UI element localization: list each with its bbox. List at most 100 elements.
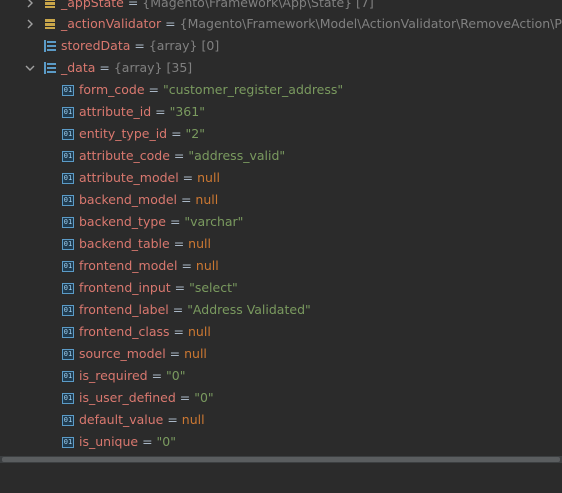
field-icon: 01 [62,151,74,162]
equals: = [167,126,186,141]
field-icon: 01 [62,327,74,338]
field-name: frontend_model [79,258,178,273]
equals: = [161,16,180,31]
field-icon: 01 [62,283,74,294]
tree-row-field[interactable]: 01 frontend_model = null [0,255,562,277]
equals: = [169,236,189,251]
field-value: "address_valid" [188,148,286,163]
field-icon-text: 01 [63,306,73,314]
field-name: frontend_input [79,280,171,295]
field-icon: 01 [62,129,74,140]
tree-row-field[interactable]: 01 entity_type_id = "2" [0,123,562,145]
tree-row-field[interactable]: 01 backend_table = null [0,233,562,255]
field-value: null [181,412,205,427]
equals: = [144,82,163,97]
field-icon: 01 [62,239,74,250]
tree-row-field[interactable]: 01 is_unique = "0" [0,431,562,453]
tree-row-field[interactable]: 01 source_model = null [0,343,562,365]
field-value: null [188,324,211,339]
field-icon-text: 01 [63,152,73,160]
field-value: null [188,236,211,251]
equals: = [170,280,190,295]
expand-arrow-icon[interactable] [24,0,36,9]
equals: = [130,38,149,53]
field-icon: 01 [62,305,74,316]
field-value: null [195,258,219,273]
equals: = [165,346,185,361]
field-name: is_unique [79,434,139,449]
field-name: default_value [79,412,164,427]
variables-tree: _appState = {Magento\Framework\App\State… [0,0,562,456]
tree-row-field[interactable]: 01 default_value = null [0,409,562,431]
tree-row-storeddata[interactable]: storedData = {array} [0] [0,35,562,57]
field-name: backend_model [79,192,177,207]
var-type: {array} [35] [113,60,193,75]
equals: = [176,192,196,207]
tree-row-field[interactable]: 01 backend_model = null [0,189,562,211]
field-icon: 01 [62,349,74,360]
field-value: "361" [169,104,205,119]
field-name: frontend_label [79,302,169,317]
field-icon: 01 [62,195,74,206]
field-icon: 01 [62,217,74,228]
equals: = [163,412,182,427]
equals: = [168,302,188,317]
field-icon-text: 01 [63,218,73,226]
equals: = [169,324,188,339]
field-value: "varchar" [184,214,244,229]
field-name: attribute_model [79,170,179,185]
field-value: "2" [185,126,205,141]
field-icon-text: 01 [63,240,73,248]
field-value: null [195,192,219,207]
field-value: "select" [189,280,238,295]
field-icon-text: 01 [63,196,73,204]
field-icon-text: 01 [63,284,73,292]
object-icon [44,0,56,9]
array-icon [44,40,56,52]
equals: = [95,60,114,75]
horizontal-scrollbar[interactable] [0,456,562,463]
tree-row-actionvalidator[interactable]: _actionValidator = {Magento\Framework\Mo… [0,13,562,35]
field-icon: 01 [62,173,74,184]
field-value: null [184,346,207,361]
tree-row-field[interactable]: 01 attribute_model = null [0,167,562,189]
tree-row-appstate[interactable]: _appState = {Magento\Framework\App\State… [0,0,562,14]
field-value: "customer_register_address" [162,82,344,97]
field-icon: 01 [62,393,74,404]
var-type: {array} [0] [148,38,220,53]
tree-row-data[interactable]: _data = {array} [35] [0,57,562,79]
expand-arrow-icon[interactable] [24,18,36,30]
field-value: "0" [156,434,176,449]
field-icon: 01 [62,415,74,426]
var-type: {Magento\Framework\Model\ActionValidator… [179,16,562,31]
scrollbar-thumb[interactable] [2,457,560,462]
field-icon-text: 01 [63,372,73,380]
field-icon-text: 01 [63,394,73,402]
tree-row-field[interactable]: 01 attribute_id = "361" [0,101,562,123]
field-name: is_user_defined [79,390,176,405]
field-value: "0" [194,390,214,405]
var-name: _appState [61,0,124,10]
field-name: backend_type [79,214,166,229]
tree-row-field[interactable]: 01 is_user_defined = "0" [0,387,562,409]
tree-row-field[interactable]: 01 backend_type = "varchar" [0,211,562,233]
field-value: "Address Validated" [187,302,311,317]
field-name: entity_type_id [79,126,168,141]
object-icon [44,18,56,30]
tree-row-field[interactable]: 01 is_required = "0" [0,365,562,387]
field-icon-text: 01 [63,262,73,270]
collapse-arrow-icon[interactable] [24,62,36,74]
field-name: frontend_class [79,324,170,339]
tree-row-field[interactable]: 01 frontend_class = null [0,321,562,343]
var-type: {Magento\Framework\App\State} [7] [142,0,374,10]
equals: = [123,0,143,10]
tree-row-field[interactable]: 01 frontend_input = "select" [0,277,562,299]
field-icon-text: 01 [63,438,73,446]
equals: = [138,434,157,449]
tree-row-field[interactable]: 01 form_code = "customer_register_address… [0,79,562,101]
tree-row-field[interactable]: 01 frontend_label = "Address Validated" [0,299,562,321]
tree-row-field[interactable]: 01 attribute_code = "address_valid" [0,145,562,167]
equals: = [147,368,167,383]
field-icon-text: 01 [63,328,73,336]
var-name: storedData [61,38,131,53]
